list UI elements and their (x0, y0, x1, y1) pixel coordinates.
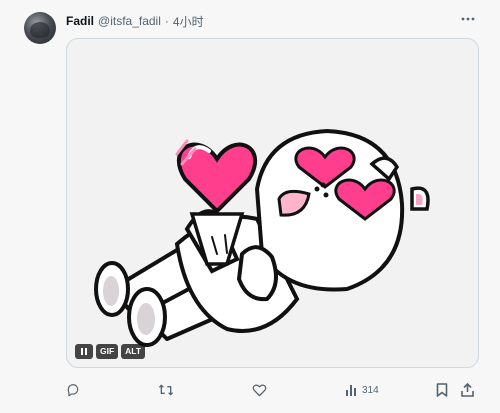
more-icon (461, 17, 475, 21)
views-button[interactable]: 314 (345, 380, 379, 400)
views-icon (346, 385, 356, 396)
reply-icon (67, 384, 79, 397)
tweet-actions: 314 (66, 380, 477, 400)
tweet-card[interactable]: Fadil @itsfa_fadil · 4小时 GIF ALT 314 (0, 0, 500, 413)
gif-illustration (94, 128, 430, 347)
separator-dot: · (164, 14, 169, 28)
retweet-icon (158, 384, 174, 396)
views-count: 314 (362, 384, 379, 396)
retweet-button[interactable] (158, 380, 174, 400)
author-handle[interactable]: @itsfa_fadil (98, 14, 161, 28)
tweet-header: Fadil @itsfa_fadil · 4小时 (66, 12, 204, 30)
like-button[interactable] (252, 380, 267, 400)
media-badges: GIF ALT (75, 344, 146, 359)
share-button[interactable] (461, 380, 474, 400)
alt-badge[interactable]: ALT (121, 344, 146, 359)
avatar[interactable] (24, 12, 56, 44)
author-name[interactable]: Fadil (66, 14, 94, 28)
gif-badge: GIF (96, 344, 119, 359)
timestamp[interactable]: 4小时 (173, 13, 204, 30)
more-button[interactable] (458, 10, 478, 28)
bookmark-icon (436, 383, 448, 397)
bookmark-button[interactable] (436, 380, 448, 400)
share-icon (461, 383, 474, 397)
reply-button[interactable] (66, 380, 80, 400)
pause-icon (81, 348, 83, 355)
gif-media[interactable]: GIF ALT (66, 38, 479, 368)
pause-button[interactable] (75, 344, 93, 359)
like-icon (252, 384, 267, 397)
character-hand (236, 245, 278, 302)
